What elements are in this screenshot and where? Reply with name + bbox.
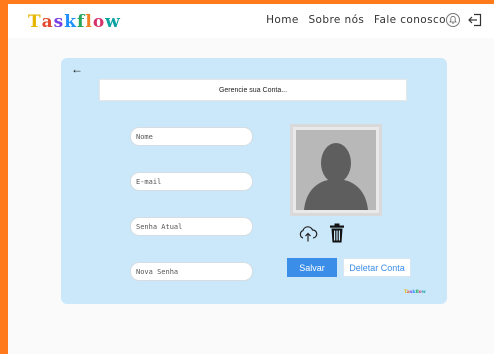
logo-letter: l xyxy=(85,12,93,32)
nav-home-link[interactable]: Home xyxy=(266,14,299,26)
page: Taskflow Home Sobre nós Fale conosco ← G… xyxy=(8,4,494,354)
logo-letter: w xyxy=(105,12,121,32)
logo-letter: k xyxy=(64,12,78,32)
logo-letter: f xyxy=(77,12,86,32)
name-field[interactable] xyxy=(130,127,253,146)
profile-photo xyxy=(290,124,382,216)
logo-letter: T xyxy=(28,12,42,32)
logo-letter: o xyxy=(92,12,106,32)
trash-icon[interactable] xyxy=(329,223,345,248)
cloud-upload-icon[interactable] xyxy=(298,226,318,247)
footer-logo: Taskflow xyxy=(404,290,426,295)
delete-account-button[interactable]: Deletar Conta xyxy=(343,258,411,277)
logout-icon[interactable] xyxy=(468,13,482,32)
current-password-field[interactable] xyxy=(130,217,253,236)
bell-icon[interactable] xyxy=(446,13,460,27)
app-logo[interactable]: Taskflow xyxy=(28,12,121,32)
new-password-field[interactable] xyxy=(130,262,253,281)
account-card: ← Gerencie sua Conta... Nome E-mail Salv… xyxy=(61,58,447,304)
card-title: Gerencie sua Conta... xyxy=(99,79,407,101)
logo-letter: a xyxy=(41,12,54,32)
logo-letter: s xyxy=(53,12,65,32)
nav-about-link[interactable]: Sobre nós xyxy=(308,14,364,26)
email-field[interactable] xyxy=(130,172,253,191)
main-nav: Home Sobre nós Fale conosco xyxy=(260,14,446,26)
logo-letter: w xyxy=(421,290,426,295)
nav-contact-link[interactable]: Fale conosco xyxy=(374,14,446,26)
avatar-placeholder-icon xyxy=(296,130,376,210)
save-button[interactable]: Salvar xyxy=(287,258,337,277)
back-arrow-icon[interactable]: ← xyxy=(71,62,83,76)
top-header: Taskflow Home Sobre nós Fale conosco xyxy=(8,4,494,38)
